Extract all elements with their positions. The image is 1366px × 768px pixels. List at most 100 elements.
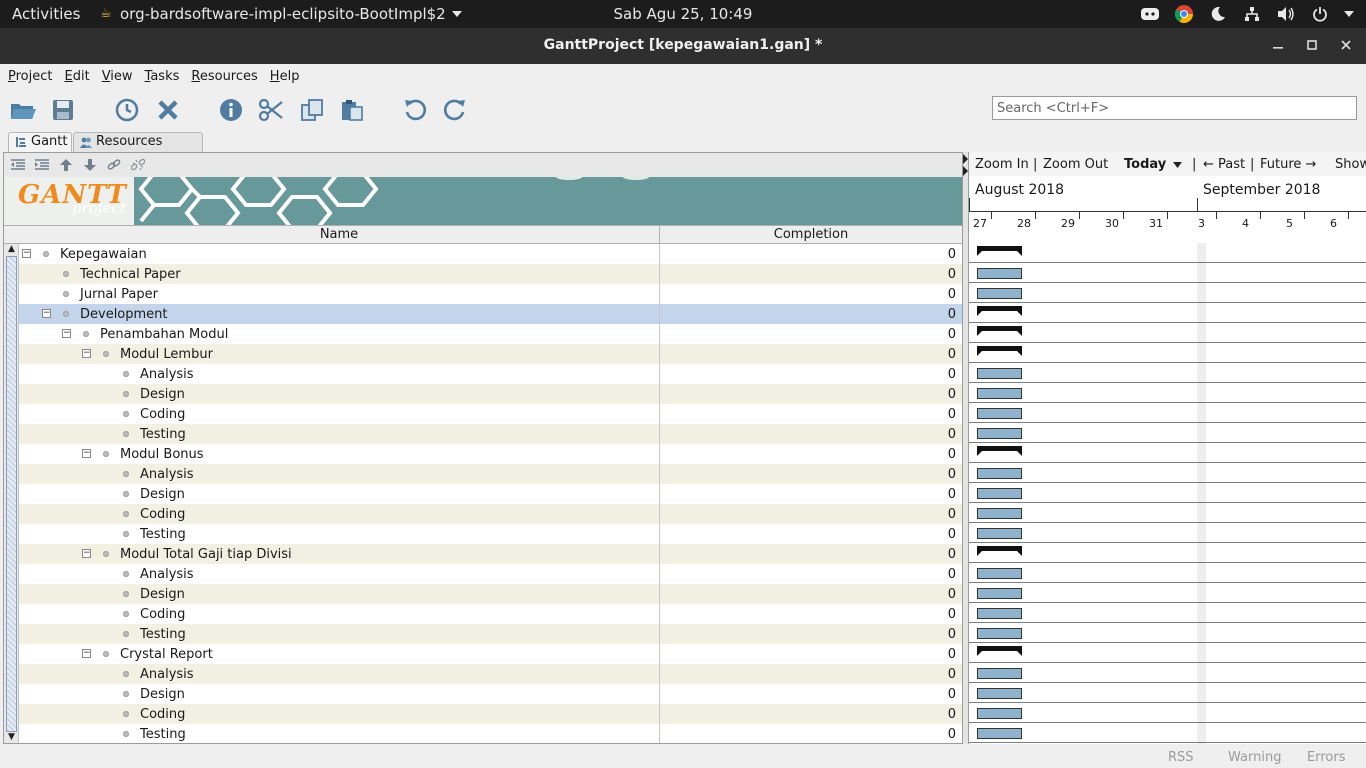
copy-icon[interactable]: [298, 96, 326, 124]
task-row[interactable]: Analysis 0: [19, 664, 962, 684]
menu-item[interactable]: Resources: [185, 64, 263, 88]
summary-task-bar[interactable]: [977, 306, 1022, 316]
menu-item[interactable]: Edit: [59, 64, 96, 88]
task-row[interactable]: − Modul Lembur 0: [19, 344, 962, 364]
task-bar[interactable]: [977, 368, 1022, 379]
task-bar[interactable]: [977, 528, 1022, 539]
unlink-icon[interactable]: [130, 157, 146, 173]
move-down-icon[interactable]: [82, 157, 98, 173]
task-bar[interactable]: [977, 588, 1022, 599]
save-icon[interactable]: [49, 96, 77, 124]
summary-task-bar[interactable]: [977, 546, 1022, 556]
cut-scissors-icon[interactable]: [257, 96, 285, 124]
summary-task-bar[interactable]: [977, 446, 1022, 456]
today-button[interactable]: Today: [1124, 157, 1166, 172]
task-row[interactable]: Testing 0: [19, 724, 962, 743]
show-button[interactable]: Show: [1335, 157, 1366, 172]
task-row[interactable]: Design 0: [19, 484, 962, 504]
today-dropdown-chevron-icon[interactable]: [1173, 162, 1182, 168]
task-bar[interactable]: [977, 408, 1022, 419]
collapse-toggle-icon[interactable]: −: [22, 249, 31, 258]
redo-icon[interactable]: [441, 96, 469, 124]
menu-item[interactable]: View: [96, 64, 139, 88]
task-bar[interactable]: [977, 468, 1022, 479]
task-row[interactable]: Testing 0: [19, 424, 962, 444]
task-row[interactable]: Design 0: [19, 584, 962, 604]
task-row[interactable]: Technical Paper 0: [19, 264, 962, 284]
task-row[interactable]: Testing 0: [19, 624, 962, 644]
close-button[interactable]: [1338, 36, 1354, 54]
task-bar[interactable]: [977, 668, 1022, 679]
task-row[interactable]: − Modul Total Gaji tiap Divisi 0: [19, 544, 962, 564]
rss-link[interactable]: RSS: [1168, 750, 1194, 765]
task-row[interactable]: Coding 0: [19, 704, 962, 724]
history-clock-icon[interactable]: [113, 96, 141, 124]
task-row[interactable]: − Modul Bonus 0: [19, 444, 962, 464]
task-row[interactable]: Analysis 0: [19, 564, 962, 584]
task-bar[interactable]: [977, 288, 1022, 299]
search-input[interactable]: [992, 96, 1357, 120]
task-bar[interactable]: [977, 508, 1022, 519]
info-icon[interactable]: [217, 96, 245, 124]
activities-button[interactable]: Activities: [12, 5, 80, 23]
app-menu[interactable]: ☕ org-bardsoftware-impl-eclipsito-BootIm…: [100, 5, 462, 23]
task-bar[interactable]: [977, 568, 1022, 579]
column-header-name[interactable]: Name: [19, 227, 659, 242]
past-button[interactable]: ← Past: [1203, 157, 1245, 172]
menu-item[interactable]: Project: [2, 64, 59, 88]
collapse-toggle-icon[interactable]: −: [42, 309, 51, 318]
volume-icon[interactable]: [1276, 4, 1296, 24]
task-row[interactable]: − Crystal Report 0: [19, 644, 962, 664]
tab-resources-chart[interactable]: Resources Chart: [73, 132, 203, 167]
summary-task-bar[interactable]: [977, 646, 1022, 656]
scrollbar-thumb[interactable]: [6, 256, 17, 732]
menu-item[interactable]: Tasks: [139, 64, 186, 88]
task-row[interactable]: Analysis 0: [19, 464, 962, 484]
menu-item[interactable]: Help: [264, 64, 306, 88]
scroll-up-icon[interactable]: ▲: [6, 244, 17, 255]
task-row[interactable]: Design 0: [19, 684, 962, 704]
task-bar[interactable]: [977, 608, 1022, 619]
discord-icon[interactable]: [1140, 4, 1160, 24]
network-icon[interactable]: [1242, 4, 1262, 24]
indent-icon[interactable]: [34, 157, 50, 173]
delete-x-icon[interactable]: [154, 96, 182, 124]
unindent-icon[interactable]: [10, 157, 26, 173]
collapse-toggle-icon[interactable]: −: [62, 329, 71, 338]
column-header-completion[interactable]: Completion: [660, 227, 962, 242]
minimize-button[interactable]: [1270, 36, 1286, 54]
scroll-down-icon[interactable]: ▼: [6, 732, 17, 743]
summary-task-bar[interactable]: [977, 326, 1022, 336]
zoom-out-button[interactable]: Zoom Out: [1043, 157, 1108, 172]
summary-task-bar[interactable]: [977, 346, 1022, 356]
task-bar[interactable]: [977, 628, 1022, 639]
link-icon[interactable]: [106, 157, 122, 173]
task-bar[interactable]: [977, 728, 1022, 739]
task-bar[interactable]: [977, 428, 1022, 439]
task-row[interactable]: Jurnal Paper 0: [19, 284, 962, 304]
summary-task-bar[interactable]: [977, 246, 1022, 256]
task-row[interactable]: − Penambahan Modul 0: [19, 324, 962, 344]
task-row[interactable]: Testing 0: [19, 524, 962, 544]
power-icon[interactable]: [1310, 4, 1330, 24]
task-bar[interactable]: [977, 688, 1022, 699]
collapse-toggle-icon[interactable]: −: [82, 549, 91, 558]
open-folder-icon[interactable]: [9, 96, 37, 124]
errors-link[interactable]: Errors: [1307, 750, 1345, 765]
task-row[interactable]: Design 0: [19, 384, 962, 404]
task-row[interactable]: Coding 0: [19, 604, 962, 624]
task-bar[interactable]: [977, 708, 1022, 719]
gantt-bars-area[interactable]: [969, 243, 1366, 744]
chrome-icon[interactable]: [1174, 4, 1194, 24]
paste-icon[interactable]: [338, 96, 366, 124]
warning-link[interactable]: Warning: [1228, 750, 1281, 765]
maximize-button[interactable]: [1304, 36, 1320, 54]
tab-gantt[interactable]: Gantt: [8, 132, 72, 152]
night-light-icon[interactable]: [1208, 4, 1228, 24]
task-bar[interactable]: [977, 388, 1022, 399]
move-up-icon[interactable]: [58, 157, 74, 173]
task-row[interactable]: Coding 0: [19, 404, 962, 424]
system-menu-chevron-icon[interactable]: [1344, 11, 1354, 17]
undo-icon[interactable]: [401, 96, 429, 124]
collapse-toggle-icon[interactable]: −: [82, 649, 91, 658]
